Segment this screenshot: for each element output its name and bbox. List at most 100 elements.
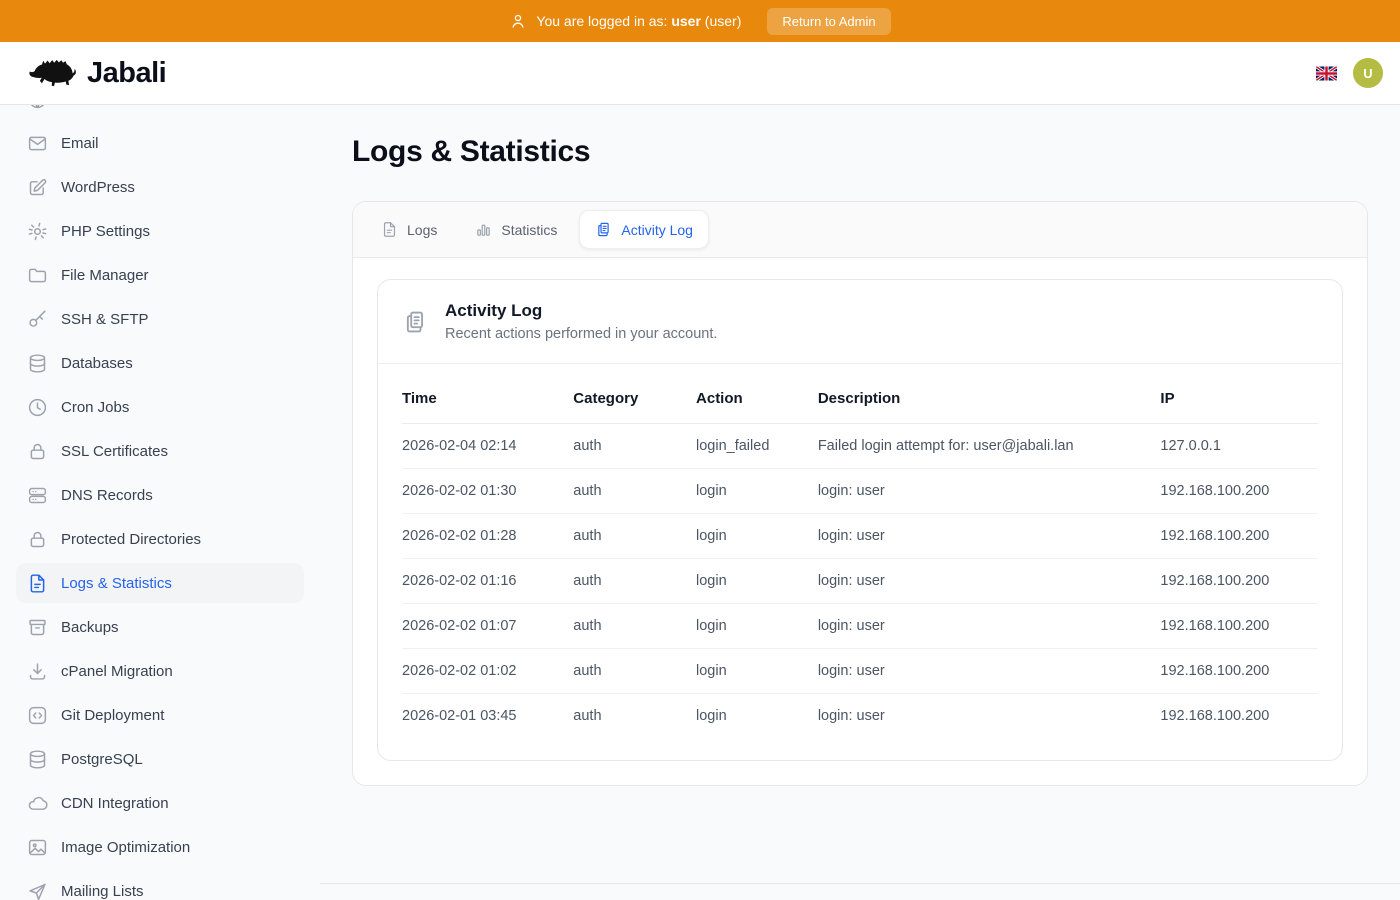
column-header-ip: IP	[1160, 374, 1318, 424]
table-cell: 2026-02-01 03:45	[402, 694, 573, 739]
table-cell: 2026-02-04 02:14	[402, 424, 573, 469]
sidebar: EmailWordPressPHP Settings File Manager SS…	[0, 105, 320, 900]
table-cell: auth	[573, 649, 696, 694]
database-icon	[27, 353, 48, 374]
sidebar-item-label: Git Deployment	[61, 707, 164, 724]
user-icon	[509, 12, 527, 30]
brand-name: Jabali	[87, 57, 166, 90]
server-icon	[27, 485, 48, 506]
archive-icon	[27, 617, 48, 638]
table-cell: 2026-02-02 01:30	[402, 469, 573, 514]
uk-flag-icon[interactable]	[1316, 66, 1337, 81]
clock-icon	[27, 397, 48, 418]
activity-log-table: TimeCategoryActionDescriptionIP 2026-02-…	[402, 374, 1318, 738]
file-text-icon	[27, 573, 48, 594]
sidebar-item-label: Mailing Lists	[61, 883, 144, 900]
sidebar-item-databases[interactable]: Databases	[16, 343, 304, 383]
tab-statistics[interactable]: Statistics	[459, 210, 573, 249]
key-icon	[27, 309, 48, 330]
sidebar-item-cpanel-migration[interactable]: cPanel Migration	[16, 651, 304, 691]
file-text-icon	[381, 221, 398, 238]
panel-subtitle: Recent actions performed in your account…	[445, 326, 717, 342]
edit-icon	[27, 177, 48, 198]
sidebar-item-label: Protected Directories	[61, 531, 201, 548]
clipboard-icon	[402, 309, 428, 335]
sidebar-item-cdn-integration[interactable]: CDN Integration	[16, 783, 304, 823]
database-icon	[27, 749, 48, 770]
globe-icon	[27, 105, 48, 110]
activity-log-panel: Activity Log Recent actions performed in…	[377, 279, 1343, 761]
user-avatar[interactable]: U	[1353, 58, 1383, 88]
column-header-category: Category	[573, 374, 696, 424]
table-cell: auth	[573, 694, 696, 739]
sidebar-item-label: SSH & SFTP	[61, 311, 149, 328]
table-row: 2026-02-02 01:16authloginlogin: user192.…	[402, 559, 1318, 604]
app-header: Jabali U	[0, 42, 1400, 105]
logged-in-username: user	[671, 13, 701, 29]
sidebar-item-dns-records[interactable]: DNS Records	[16, 475, 304, 515]
tab-label: Logs	[407, 222, 437, 238]
tab-label: Statistics	[501, 222, 557, 238]
sidebar-item-file-manager[interactable]: File Manager	[16, 255, 304, 295]
lock-icon	[27, 441, 48, 462]
return-to-admin-button[interactable]: Return to Admin	[767, 8, 890, 35]
table-cell: auth	[573, 424, 696, 469]
table-cell: 2026-02-02 01:07	[402, 604, 573, 649]
sidebar-item-label: Image Optimization	[61, 839, 190, 856]
table-row: 2026-02-02 01:28authloginlogin: user192.…	[402, 514, 1318, 559]
brand[interactable]: Jabali	[28, 55, 166, 91]
lock-icon	[27, 529, 48, 550]
sidebar-item-git-deployment[interactable]: Git Deployment	[16, 695, 304, 735]
send-icon	[27, 881, 48, 900]
table-cell: 192.168.100.200	[1160, 514, 1318, 559]
tab-label: Activity Log	[621, 222, 693, 238]
sidebar-item-protected-directories[interactable]: Protected Directories	[16, 519, 304, 559]
download-icon	[27, 661, 48, 682]
table-cell: login_failed	[696, 424, 818, 469]
sidebar-item-ssh-sftp[interactable]: SSH & SFTP	[16, 299, 304, 339]
table-cell: login: user	[818, 649, 1161, 694]
folder-icon	[27, 265, 48, 286]
sidebar-item-label: File Manager	[61, 267, 149, 284]
sidebar-item-mailing-lists[interactable]: Mailing Lists	[16, 871, 304, 900]
table-cell: login: user	[818, 604, 1161, 649]
column-header-description: Description	[818, 374, 1161, 424]
logged-in-prefix: You are logged in as:	[536, 13, 667, 29]
sidebar-item-label: PostgreSQL	[61, 751, 143, 768]
tab-activity-log[interactable]: Activity Log	[579, 210, 709, 249]
sidebar-item-label: SSL Certificates	[61, 443, 168, 460]
table-cell: login	[696, 469, 818, 514]
sidebar-item-php-settings[interactable]: PHP Settings	[16, 211, 304, 251]
logs-card: Logs Statistics Activity Log Activity Log …	[352, 201, 1368, 786]
tab-logs[interactable]: Logs	[365, 210, 453, 249]
sidebar-item-image-optimization[interactable]: Image Optimization	[16, 827, 304, 867]
table-cell: login: user	[818, 514, 1161, 559]
tab-bar: Logs Statistics Activity Log	[353, 202, 1367, 258]
gear-icon	[27, 221, 48, 242]
table-row: 2026-02-02 01:02authloginlogin: user192.…	[402, 649, 1318, 694]
table-cell: 192.168.100.200	[1160, 649, 1318, 694]
mail-icon	[27, 133, 48, 154]
sidebar-item-email[interactable]: Email	[16, 123, 304, 163]
image-icon	[27, 837, 48, 858]
logged-in-role: (user)	[705, 13, 742, 29]
sidebar-item-postgresql[interactable]: PostgreSQL	[16, 739, 304, 779]
sidebar-item-ssl-certificates[interactable]: SSL Certificates	[16, 431, 304, 471]
table-cell: login	[696, 649, 818, 694]
sidebar-item-label: cPanel Migration	[61, 663, 173, 680]
table-cell: login: user	[818, 469, 1161, 514]
impersonation-bar: You are logged in as: user (user) Return…	[0, 0, 1400, 42]
sidebar-item-backups[interactable]: Backups	[16, 607, 304, 647]
column-header-action: Action	[696, 374, 818, 424]
chart-icon	[475, 221, 492, 238]
table-cell: 192.168.100.200	[1160, 604, 1318, 649]
table-cell: auth	[573, 514, 696, 559]
table-row: 2026-02-04 02:14authlogin_failedFailed l…	[402, 424, 1318, 469]
main-content: Logs & Statistics LogsStatisticsActivity…	[320, 105, 1400, 900]
sidebar-item-wordpress[interactable]: WordPress	[16, 167, 304, 207]
sidebar-item-partial[interactable]	[16, 105, 304, 119]
column-header-time: Time	[402, 374, 573, 424]
sidebar-item-logs-statistics[interactable]: Logs & Statistics	[16, 563, 304, 603]
sidebar-item-cron-jobs[interactable]: Cron Jobs	[16, 387, 304, 427]
table-cell: 192.168.100.200	[1160, 469, 1318, 514]
